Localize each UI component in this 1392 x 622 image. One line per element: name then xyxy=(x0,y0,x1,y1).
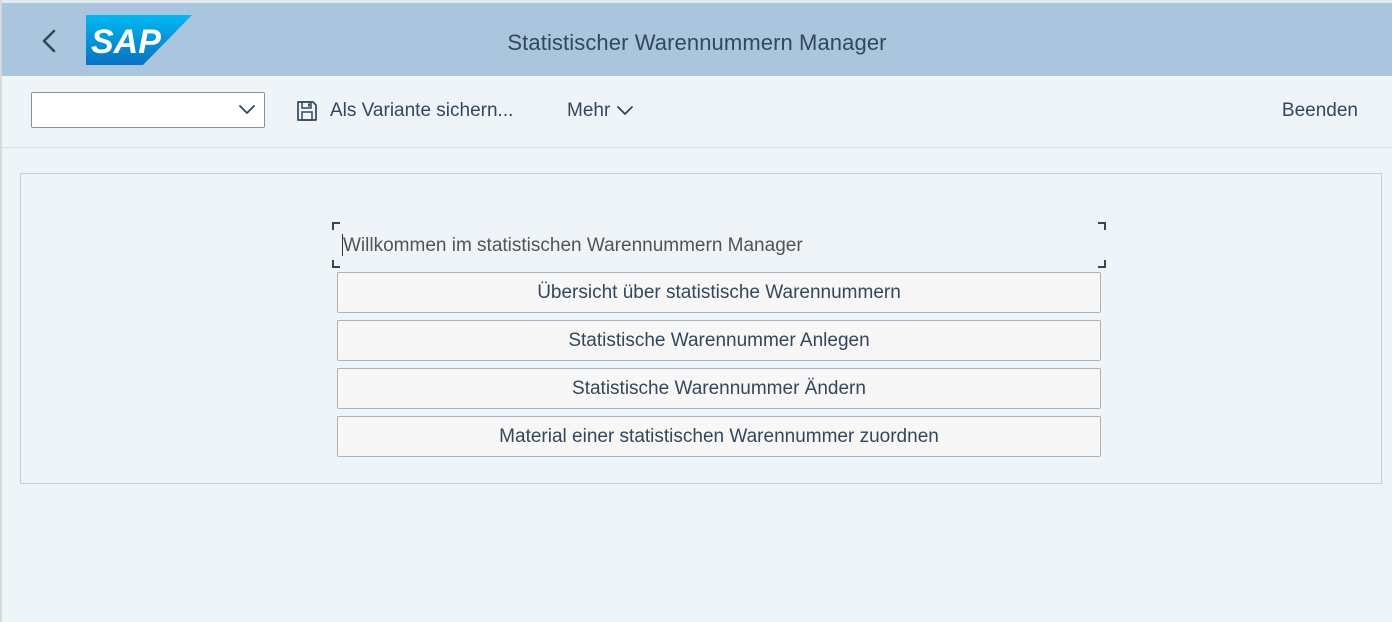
page-title: Statistischer Warennummern Manager xyxy=(507,30,887,55)
chevron-down-icon xyxy=(239,105,255,114)
variant-select[interactable] xyxy=(31,92,265,128)
save-as-variant-label: Als Variante sichern... xyxy=(330,100,514,121)
content-panel: Willkommen im statistischen Warennummern… xyxy=(20,173,1382,484)
more-menu-label: Mehr xyxy=(567,100,611,121)
app-window: SAP Statistischer Warennummern Manager A… xyxy=(0,0,1392,622)
focus-corner xyxy=(1098,260,1106,268)
focus-corner xyxy=(1098,222,1106,230)
assign-material-button[interactable]: Material einer statistischen Warennummer… xyxy=(337,416,1101,457)
toolbar: Als Variante sichern... Mehr Beenden xyxy=(2,76,1392,148)
welcome-text: Willkommen im statistischen Warennummern… xyxy=(343,235,803,256)
shell-header: SAP Statistischer Warennummern Manager xyxy=(2,0,1392,76)
chevron-down-icon xyxy=(617,106,634,115)
focus-corner xyxy=(332,260,340,268)
focus-corner xyxy=(332,222,340,230)
exit-button[interactable]: Beenden xyxy=(1282,100,1358,122)
overview-button[interactable]: Übersicht über statistische Warennummern xyxy=(337,272,1101,313)
more-menu-button[interactable]: Mehr xyxy=(567,98,634,124)
create-button[interactable]: Statistische Warennummer Anlegen xyxy=(337,320,1101,361)
welcome-text-field[interactable]: Willkommen im statistischen Warennummern… xyxy=(332,222,1106,268)
action-button-list: Übersicht über statistische Warennummern… xyxy=(337,272,1101,464)
change-button[interactable]: Statistische Warennummer Ändern xyxy=(337,368,1101,409)
save-as-variant-button[interactable]: Als Variante sichern... xyxy=(296,98,513,124)
floppy-disk-icon xyxy=(297,101,317,121)
